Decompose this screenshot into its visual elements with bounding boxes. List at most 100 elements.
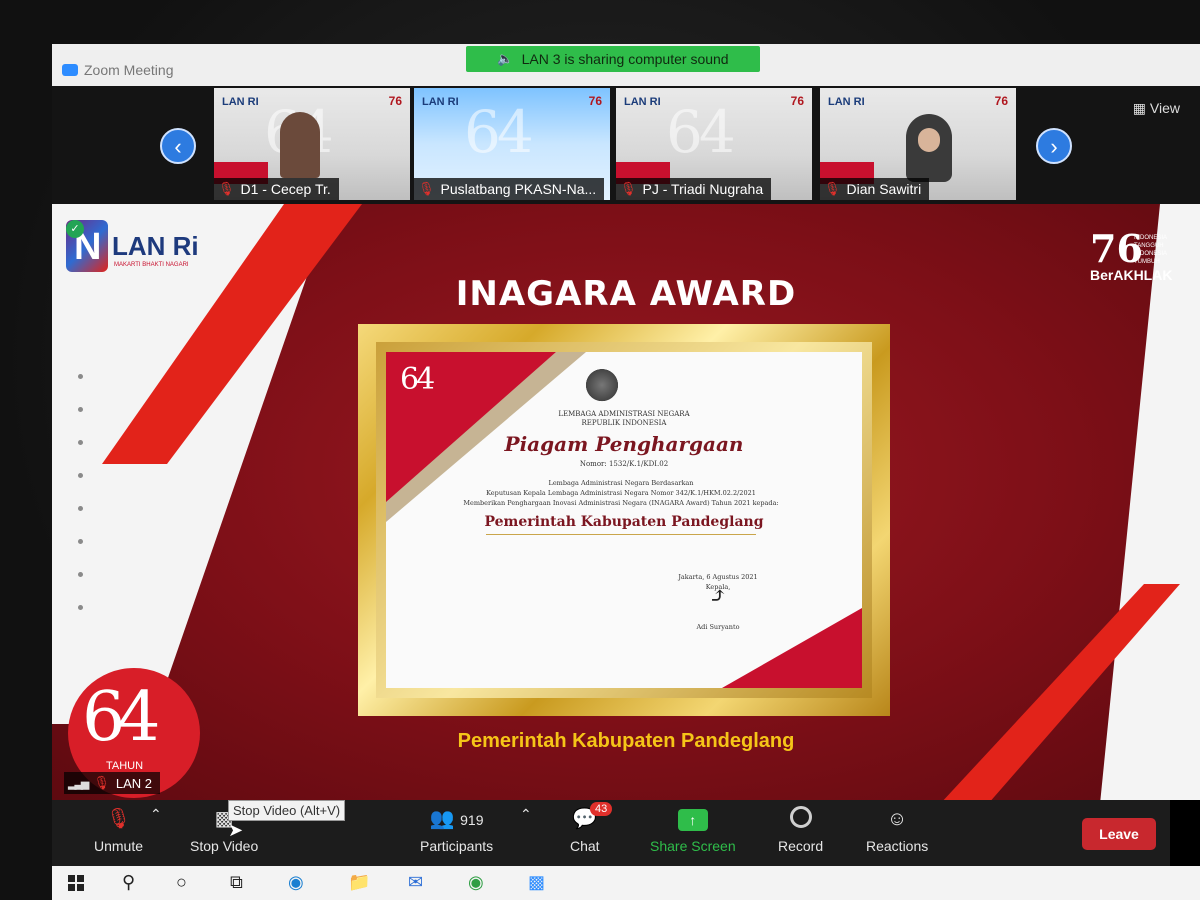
windows-logo-icon [68,875,84,891]
chat-label: Chat [570,838,600,854]
participants-button[interactable]: 👥 919 Participants [420,806,493,854]
participant-nameplate: 🎙 Puslatbang PKASN-Na... [414,178,605,200]
cert-heading: Piagam Penghargaan [504,432,744,456]
reactions-label: Reactions [866,838,929,854]
view-button[interactable]: ▦ View [1133,100,1180,117]
speaker-icon: 🔈 [497,51,514,66]
task-view-icon[interactable]: ⧉ [230,872,243,893]
cert-signatory: Adi Suryanto [696,623,740,631]
participant-name: Dian Sawitri [846,181,922,197]
cert-date: Jakarta, 6 Agustus 2021 [678,573,758,581]
banner-text: LAN 3 is sharing computer sound [521,51,729,67]
signature-scrawl: ⤴ [708,584,728,609]
edge-icon[interactable]: ◉ [288,872,304,893]
garuda-emblem-icon [582,368,622,406]
mic-off-icon: 🎙 [105,808,132,830]
share-screen-button[interactable]: ↑ Share Screen [650,806,736,854]
security-shield-icon: ✓ [66,220,84,238]
participant-name: Puslatbang PKASN-Na... [440,181,597,197]
badge-number: 64 [82,678,160,757]
cert-body-line: Memberikan Penghargaan Inovasi Administr… [463,499,779,507]
award-title: INAGARA AWARD [455,274,797,314]
org-line-2: REPUBLIK INDONESIA [581,419,667,427]
lan-logo: LAN RI [422,96,459,108]
start-button[interactable] [68,875,84,896]
share-screen-label: Share Screen [650,838,736,854]
watermark-64: 64 [464,98,534,166]
participant-nameplate: 🎙 Dian Sawitri [820,178,930,200]
participants-label: Participants [420,838,494,854]
video-tile[interactable]: LAN RI 76 64 🎙 PJ - Triadi Nugraha [616,88,812,200]
chat-button[interactable]: 💬 43 Chat [570,802,613,854]
shared-screen: ✓ LAN Ri MAKARTI BHAKTI NAGARI 76 INDONE… [52,204,1200,800]
watermark-64: 64 [666,98,736,166]
anniversary-logo: 76 [388,94,402,108]
share-screen-icon: ↑ [677,809,708,831]
mic-muted-icon: 🎙 [620,181,637,196]
window-title: Zoom Meeting [84,62,174,78]
logo-subtitle: MAKARTI BHAKTI NAGARI [114,262,189,268]
participants-count: 919 [460,812,484,828]
prev-page-button[interactable]: ‹ [160,128,196,164]
zoom-app-icon [62,64,78,76]
grid-icon: ▦ [1132,100,1147,116]
divider [486,534,756,535]
logo-76-tagline: INDONESIA TANGGUH INDONESIA TUMBUH [1134,235,1167,265]
record-label: Record [778,838,824,854]
video-tile[interactable]: LAN RI 76 64 🎙 D1 - Cecep Tr. [214,88,410,200]
participant-video [906,114,952,182]
cert-number: Nomor: 1532/K.1/KDI.02 [579,460,669,468]
participant-video [280,112,320,178]
participant-name: PJ - Triadi Nugraha [642,181,764,197]
cert-body-line: Lembaga Administrasi Negara Berdasarkan [548,479,694,487]
frame-inner: 64 LEMBAGA ADMINISTRASI NEGARA REPUBLIK … [376,342,872,698]
meeting-toolbar: 🎙 Unmute ⌃ ▩ Stop Video Stop Video (Alt+… [52,800,1170,866]
leave-button[interactable]: Leave [1082,818,1156,850]
cert-organization: LEMBAGA ADMINISTRASI NEGARA REPUBLIK IND… [386,410,862,428]
windows-taskbar: ⚲ ○ ⧉ ◉ 📁 ✉ ◉ ▩ [52,866,1200,900]
mic-muted-icon: 🎙 [824,181,841,196]
unmute-button[interactable]: 🎙 Unmute [94,806,143,854]
cert-signature-block: Jakarta, 6 Agustus 2021 Kepala, ⤴ Adi Su… [658,572,778,632]
next-page-button[interactable]: › [1036,128,1072,164]
reactions-button[interactable]: ☺ Reactions [866,806,928,854]
participants-options-caret[interactable]: ⌃ [520,806,532,823]
lan-logo: LAN RI [222,96,259,108]
logo-text: LAN Ri [112,230,199,261]
gold-frame: 64 LEMBAGA ADMINISTRASI NEGARA REPUBLIK … [358,324,890,716]
video-tile[interactable]: LAN RI 76 🎙 Dian Sawitri [820,88,1016,200]
chrome-icon[interactable]: ◉ [468,872,484,893]
participant-nameplate: 🎙 D1 - Cecep Tr. [214,178,339,200]
cert-64-seal: 64 [400,362,435,397]
certificate: 64 LEMBAGA ADMINISTRASI NEGARA REPUBLIK … [386,352,862,688]
record-button[interactable]: Record [778,806,823,854]
mic-muted-icon: 🎙 [93,775,110,790]
sound-sharing-banner: 🔈 LAN 3 is sharing computer sound [466,46,760,72]
lan-logo: LAN RI [828,96,865,108]
chat-unread-badge: 43 [590,802,613,816]
zoom-window: Zoom Meeting 🔈 LAN 3 is sharing computer… [52,44,1200,900]
cortana-icon[interactable]: ○ [176,872,187,893]
audio-options-caret[interactable]: ⌃ [150,806,162,823]
file-explorer-icon[interactable]: 📁 [348,872,370,893]
lan-ri-logo: ✓ LAN Ri MAKARTI BHAKTI NAGARI [66,220,199,272]
participant-nameplate: 🎙 PJ - Triadi Nugraha [616,178,772,200]
decor-dots [78,374,84,638]
anniversary-logo: 76 [588,94,602,108]
video-tile[interactable]: LAN RI 76 64 🎙 Puslatbang PKASN-Na... [414,88,610,200]
anniversary-logo: 76 [994,94,1008,108]
signal-bars-icon: ▂▃▅ [68,777,89,790]
mic-muted-icon: 🎙 [218,181,235,196]
stop-video-tooltip: Stop Video (Alt+V) [228,800,346,821]
zoom-taskbar-icon[interactable]: ▩ [528,872,545,893]
cert-body: Lembaga Administrasi Negara Berdasarkan … [416,478,826,508]
badge-tahun: TAHUN [106,760,144,772]
view-label: View [1149,100,1180,116]
participants-icon: 👥 919 [429,808,484,830]
anniversary-logo: 76 [790,94,804,108]
mic-muted-icon: 🎙 [418,181,435,196]
org-line-1: LEMBAGA ADMINISTRASI NEGARA [558,410,690,418]
search-icon[interactable]: ⚲ [122,872,135,893]
mail-icon[interactable]: ✉ [408,872,423,893]
self-view-nameplate: ▂▃▅ 🎙 LAN 2 [64,772,161,794]
